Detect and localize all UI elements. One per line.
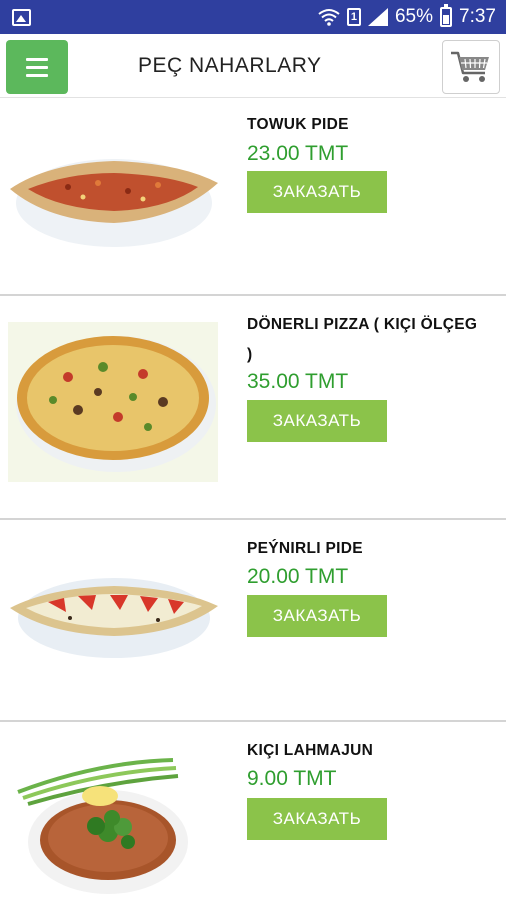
product-price: 9.00 TMT — [247, 767, 337, 790]
list-item: PEÝNIRLI PIDE 20.00 TMT ЗАКАЗАТЬ — [0, 520, 506, 722]
signal-icon — [367, 8, 388, 26]
list-item: DÖNERLI PIZZA ( KIÇI ÖLÇEG ) 35.00 TMT З… — [0, 296, 506, 520]
status-bar: 1 65% 7:37 — [0, 0, 506, 34]
order-button[interactable]: ЗАКАЗАТЬ — [247, 595, 387, 637]
product-name: TOWUK PIDE — [247, 116, 349, 133]
product-name: PEÝNIRLI PIDE — [247, 540, 363, 557]
shopping-cart-icon — [451, 51, 489, 82]
list-item: TOWUK PIDE 23.00 TMT ЗАКАЗАТЬ — [0, 98, 506, 296]
order-button[interactable]: ЗАКАЗАТЬ — [247, 171, 387, 213]
product-price: 20.00 TMT — [247, 565, 349, 588]
app-bar: PEÇ NAHARLARY — [0, 34, 506, 98]
list-item: KIÇI LAHMAJUN 9.00 TMT ЗАКАЗАТЬ — [0, 722, 506, 900]
order-button[interactable]: ЗАКАЗАТЬ — [247, 798, 387, 840]
hamburger-icon — [26, 57, 48, 61]
product-image — [10, 159, 218, 247]
product-name: DÖNERLI PIZZA ( KIÇI ÖLÇEG ) — [247, 316, 478, 363]
cart-button[interactable] — [442, 40, 500, 94]
product-name: KIÇI LAHMAJUN — [247, 742, 374, 759]
clock: 7:37 — [459, 6, 496, 27]
product-image — [10, 578, 218, 658]
product-image — [17, 758, 188, 894]
product-list: TOWUK PIDE 23.00 TMT ЗАКАЗАТЬ DÖNERLI PI… — [0, 98, 506, 900]
gallery-icon — [12, 8, 31, 26]
wifi-icon — [318, 9, 340, 26]
sim-icon: 1 — [346, 8, 361, 26]
battery-icon — [440, 4, 453, 27]
product-price: 23.00 TMT — [247, 142, 349, 165]
battery-percent: 65% — [394, 6, 434, 27]
product-image — [8, 322, 218, 482]
product-price: 35.00 TMT — [247, 370, 349, 393]
page-title: PEÇ NAHARLARY — [138, 54, 322, 77]
order-button[interactable]: ЗАКАЗАТЬ — [247, 400, 387, 442]
menu-button[interactable] — [6, 40, 68, 94]
